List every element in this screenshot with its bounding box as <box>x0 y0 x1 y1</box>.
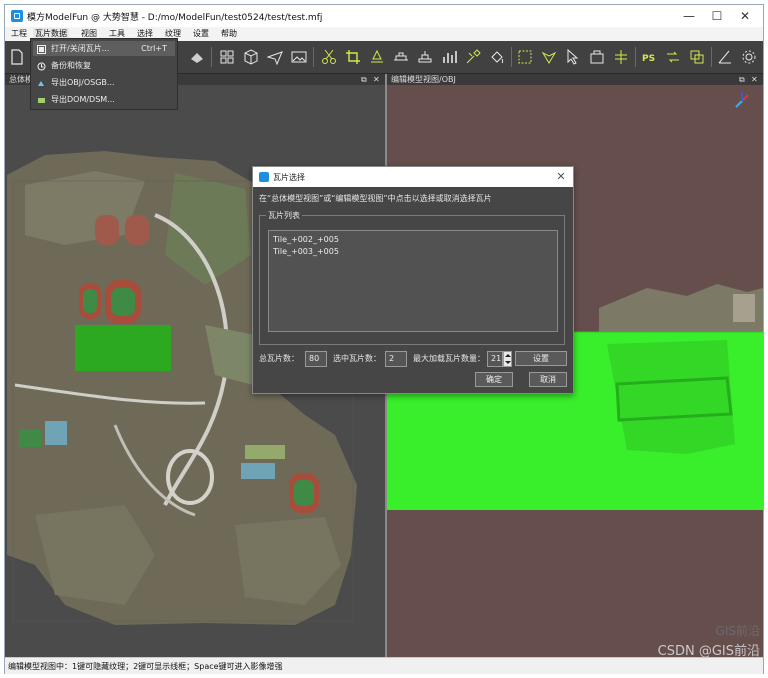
minimize-button[interactable]: — <box>675 7 703 25</box>
menu-item-backup-restore[interactable]: 备份和恢复 <box>33 58 175 73</box>
svg-text:PS: PS <box>642 54 655 64</box>
watermark: CSDN @GIS前沿 <box>657 644 760 659</box>
close-button[interactable]: ✕ <box>731 7 759 25</box>
pointer-select-icon[interactable] <box>565 49 581 65</box>
toolbar-separator <box>635 47 636 67</box>
toolbar-separator <box>211 47 212 67</box>
list-item[interactable]: Tile_+002_+005 <box>273 235 339 244</box>
menu-item-label: 备份和恢复 <box>51 61 91 70</box>
dialog-app-icon <box>259 172 269 182</box>
cancel-button[interactable]: 取消 <box>529 372 567 387</box>
status-bar: 编辑模型视图中：1键可隐藏纹理；2键可显示线框；Space键可进入影像增强 <box>5 657 763 674</box>
max-load-tiles-input[interactable]: 21 <box>487 351 503 367</box>
close-view-icon[interactable]: ✕ <box>373 74 380 85</box>
tile-list-group-label: 瓦片列表 <box>266 210 302 221</box>
edit-view-header: 编辑模型视图/OBJ ⧉ ✕ <box>387 74 763 85</box>
float-view-icon[interactable]: ⧉ <box>739 74 745 85</box>
menu-settings[interactable]: 设置 <box>191 28 211 40</box>
new-file-icon[interactable] <box>9 49 25 65</box>
repair-icon[interactable] <box>465 49 481 65</box>
watermark-brand: GIS前沿 <box>715 624 760 638</box>
texture-swap-icon[interactable] <box>665 49 681 65</box>
app-logo-icon <box>11 10 23 22</box>
title-bar: 模方ModelFun @ 大势智慧 - D:/mo/ModelFun/test0… <box>5 5 763 27</box>
total-tiles-label: 总瓦片数： <box>259 354 299 363</box>
max-load-tiles-label: 最大加载瓦片数量： <box>413 354 485 363</box>
menu-help[interactable]: 帮助 <box>219 28 239 40</box>
toolbar-separator <box>313 47 314 67</box>
fill-icon[interactable] <box>489 49 505 65</box>
export-dom-icon <box>37 95 46 104</box>
crop-icon[interactable] <box>345 49 361 65</box>
split-icon[interactable] <box>613 49 629 65</box>
backup-icon <box>37 61 46 71</box>
cut-icon[interactable] <box>321 49 337 65</box>
float-view-icon[interactable]: ⧉ <box>361 74 367 85</box>
menu-item-label: 导出DOM/DSM... <box>51 95 115 104</box>
tile-data-dropdown: 打开/关闭瓦片... Ctrl+T 备份和恢复 导出OBJ/OSGB... 导出… <box>30 38 178 110</box>
image-icon[interactable] <box>291 49 307 65</box>
menu-project[interactable]: 工程 <box>9 28 29 40</box>
selected-tile-highlight[interactable] <box>75 325 171 371</box>
menu-item-export-obj[interactable]: 导出OBJ/OSGB... <box>33 75 175 90</box>
open-tile-icon <box>37 44 46 54</box>
tile-list-group: 瓦片列表 Tile_+002_+005 Tile_+003_+005 <box>259 210 565 345</box>
menu-item-label: 打开/关闭瓦片... <box>51 44 110 53</box>
tile-selection-dialog: 瓦片选择 ✕ 在“总体模型视图”或“编辑模型视图”中点击以选择或取消选择瓦片 瓦… <box>252 166 574 394</box>
dialog-close-button[interactable]: ✕ <box>553 169 569 185</box>
menu-item-shortcut: Ctrl+T <box>141 44 167 53</box>
dialog-title-bar[interactable]: 瓦片选择 ✕ <box>253 167 573 187</box>
bridge-icon[interactable] <box>393 49 409 65</box>
maximize-button[interactable]: ☐ <box>703 7 731 25</box>
menu-item-open-close-tiles[interactable]: 打开/关闭瓦片... Ctrl+T <box>33 41 175 56</box>
cube-icon[interactable] <box>243 49 259 65</box>
texture-copy-icon[interactable] <box>689 49 705 65</box>
toolbar-separator <box>511 47 512 67</box>
plane-icon[interactable] <box>267 49 283 65</box>
box-select-icon[interactable] <box>589 49 605 65</box>
dialog-title: 瓦片选择 <box>273 173 305 182</box>
dialog-instruction: 在“总体模型视图”或“编辑模型视图”中点击以选择或取消选择瓦片 <box>259 194 492 203</box>
close-view-icon[interactable]: ✕ <box>751 74 758 85</box>
selected-tiles-field: 2 <box>385 351 407 367</box>
lasso-select-icon[interactable] <box>541 49 557 65</box>
axis-gizmo-icon <box>735 92 749 108</box>
window-title: 模方ModelFun @ 大势智慧 - D:/mo/ModelFun/test0… <box>27 13 323 23</box>
export-obj-icon <box>37 78 46 87</box>
mesh-tool-icon[interactable] <box>189 49 205 65</box>
rect-select-icon[interactable] <box>517 49 533 65</box>
selected-tiles-label: 选中瓦片数： <box>333 354 381 363</box>
edit-view-title: 编辑模型视图/OBJ <box>391 75 456 84</box>
stamp-icon[interactable] <box>417 49 433 65</box>
photoshop-icon[interactable]: PS <box>641 49 657 65</box>
measure-icon[interactable] <box>717 49 733 65</box>
toolbar-separator <box>711 47 712 67</box>
grid-view-icon[interactable] <box>219 49 235 65</box>
menu-item-export-dom[interactable]: 导出DOM/DSM... <box>33 92 175 107</box>
gear-icon[interactable] <box>741 49 757 65</box>
menu-item-label: 导出OBJ/OSGB... <box>51 78 115 87</box>
list-item[interactable]: Tile_+003_+005 <box>273 247 339 256</box>
bars-icon[interactable] <box>441 49 457 65</box>
total-tiles-field: 80 <box>305 351 327 367</box>
max-load-tiles-stepper[interactable] <box>503 351 512 367</box>
tile-list[interactable]: Tile_+002_+005 Tile_+003_+005 <box>268 230 558 332</box>
status-text: 编辑模型视图中：1键可隐藏纹理；2键可显示线框；Space键可进入影像增强 <box>8 662 283 671</box>
ok-button[interactable]: 确定 <box>475 372 513 387</box>
settings-button[interactable]: 设置 <box>515 351 567 366</box>
flatten-icon[interactable] <box>369 49 385 65</box>
